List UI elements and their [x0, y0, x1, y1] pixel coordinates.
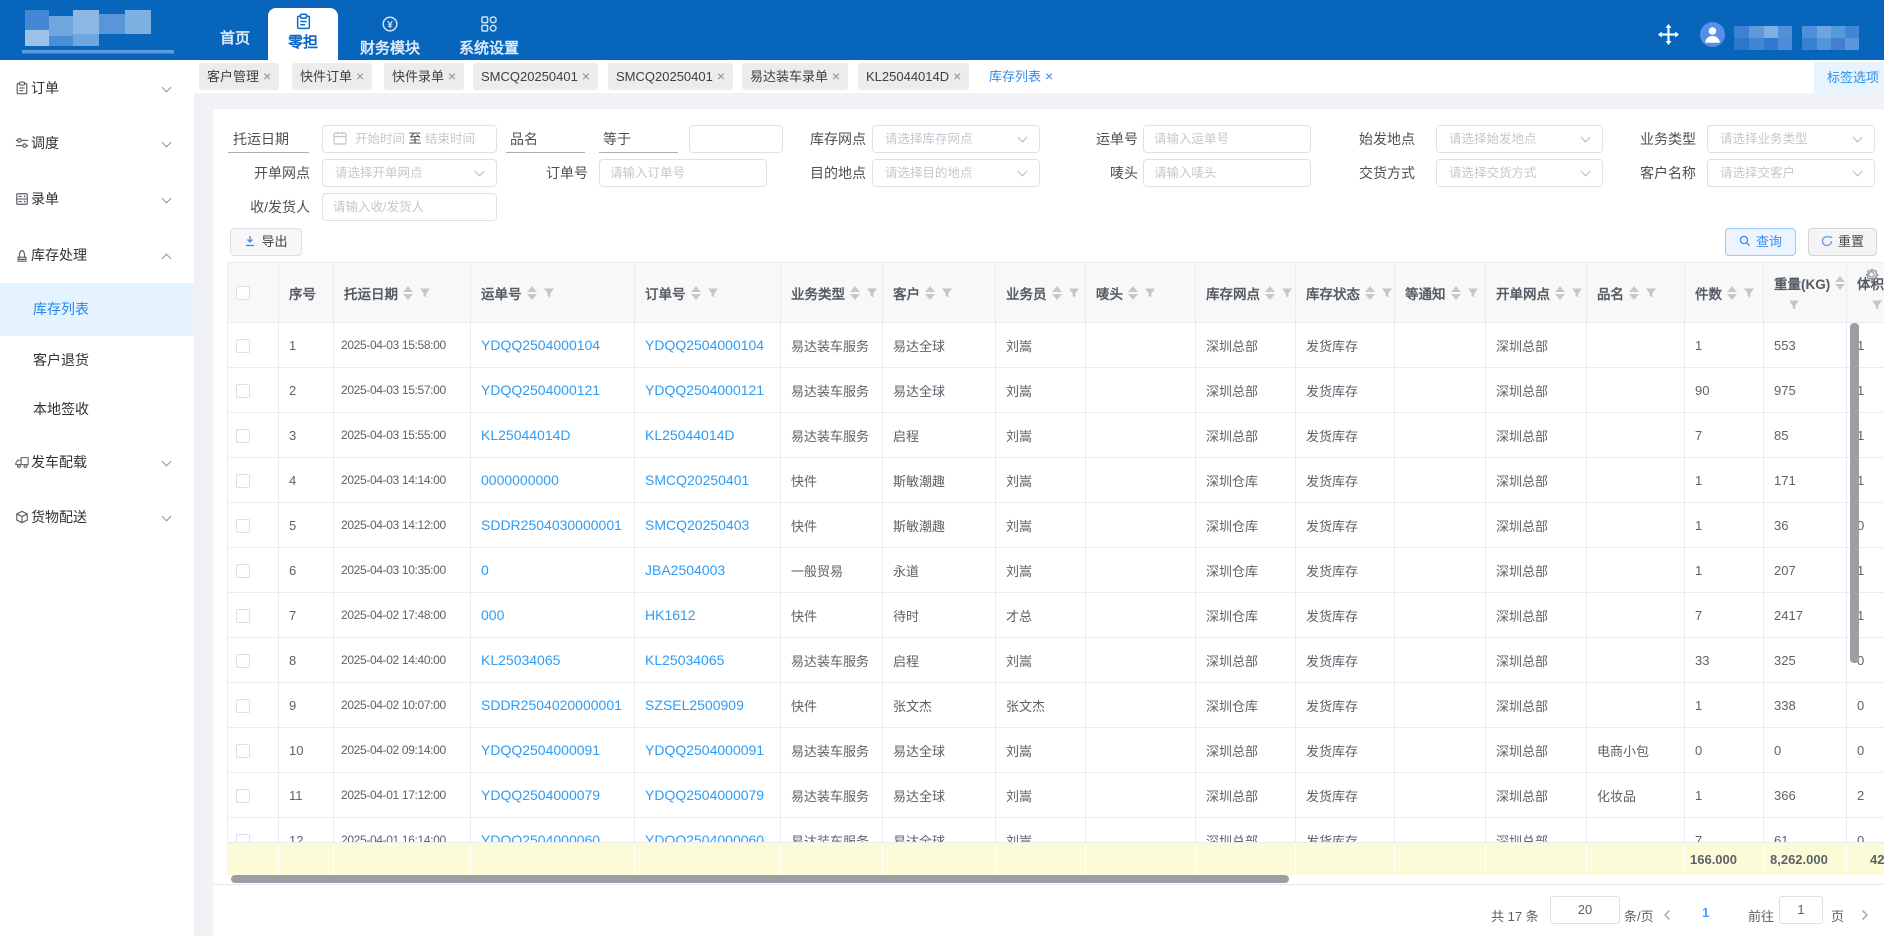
svg-text:¥: ¥: [387, 20, 393, 31]
